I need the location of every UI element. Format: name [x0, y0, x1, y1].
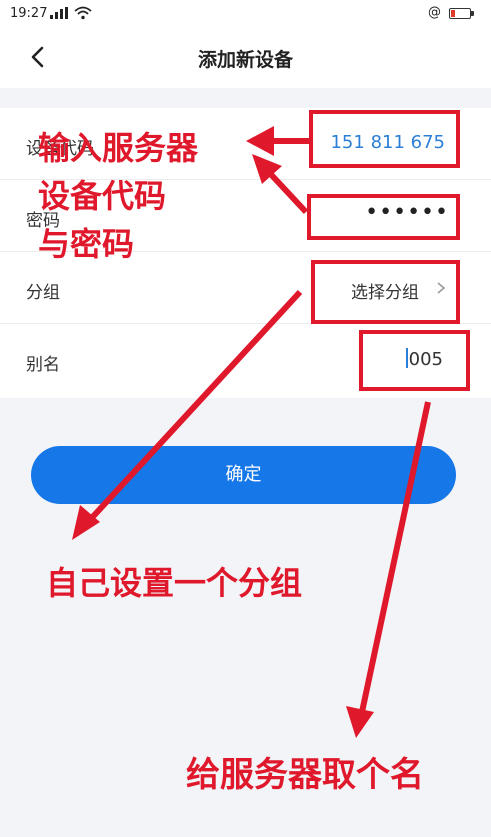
alias-highlight-box: [359, 330, 470, 391]
header-bar: 添加新设备: [0, 28, 491, 88]
page-title: 添加新设备: [197, 49, 293, 71]
battery-level: [451, 10, 456, 17]
device-code-highlight-box: [309, 110, 460, 168]
arrowhead-group: [72, 505, 100, 540]
annotation-alias-hint: 给服务器取个名: [186, 755, 424, 795]
group-label: 分组: [26, 283, 60, 303]
annotation-group-hint: 自己设置一个分组: [46, 564, 303, 602]
signal-icon: [50, 7, 70, 22]
annotation-line2: 设备代码: [38, 177, 167, 215]
annotation-line1: 输入服务器: [38, 129, 199, 167]
confirm-button[interactable]: 确定: [31, 446, 456, 504]
arrowhead-alias: [346, 706, 374, 738]
status-bar: 19:27 @: [0, 0, 491, 28]
wifi-icon: [74, 5, 92, 24]
battery-icon: [449, 8, 471, 19]
battery-nub: [471, 11, 474, 16]
alias-label: 别名: [26, 355, 60, 375]
group-highlight-box: [311, 260, 460, 324]
annotation-line3: 与密码: [38, 225, 135, 263]
password-highlight-box: [307, 194, 460, 240]
status-time: 19:27: [10, 6, 48, 21]
at-icon: @: [428, 5, 441, 20]
